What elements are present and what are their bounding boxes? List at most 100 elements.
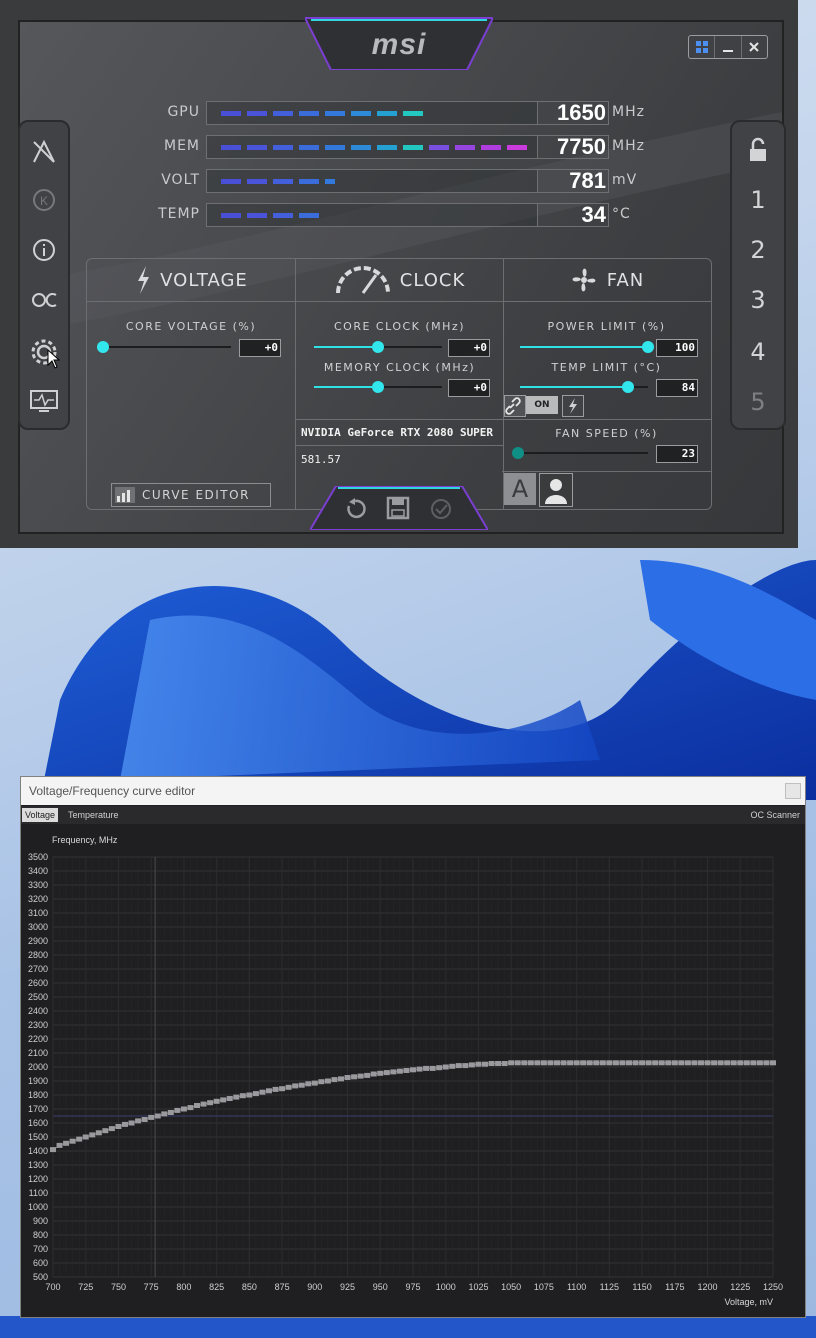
windows-icon[interactable] [689,36,716,58]
vf-curve-point[interactable] [95,1130,102,1136]
profile-2-button[interactable]: 2 [732,232,784,268]
vf-curve-point[interactable] [174,1107,181,1113]
core-clock-value[interactable]: +0 [448,339,490,357]
vf-curve-point[interactable] [573,1060,580,1066]
vf-curve-point[interactable] [560,1060,567,1066]
vf-curve-point[interactable] [167,1110,174,1115]
link-icon[interactable] [504,395,526,417]
vf-curve-point[interactable] [344,1075,351,1080]
vf-curve-point[interactable] [671,1060,678,1066]
vf-curve-point[interactable] [711,1060,718,1066]
vf-curve-point[interactable] [619,1060,626,1066]
vf-curve-point[interactable] [390,1069,397,1075]
vf-curve-point[interactable] [89,1132,96,1138]
vf-curve-point[interactable] [606,1060,613,1066]
link-toggle[interactable]: ON [526,396,558,414]
save-icon[interactable] [386,496,410,520]
vf-curve-point[interactable] [180,1106,187,1112]
vf-curve-point[interactable] [63,1140,70,1146]
memory-clock-knob[interactable] [372,381,384,393]
vf-curve-point[interactable] [141,1117,148,1122]
vf-curve-point[interactable] [567,1060,574,1066]
vf-curve-point[interactable] [69,1138,76,1144]
fan-speed-slider[interactable] [512,447,648,459]
oc-scanner-button[interactable]: OC Scanner [747,808,803,822]
vf-curve-point[interactable] [580,1060,587,1066]
kombustor-icon[interactable] [20,134,68,170]
vf-curve-point[interactable] [763,1060,770,1066]
vf-curve-point[interactable] [554,1060,560,1066]
vf-curve-point[interactable] [730,1060,737,1066]
fan-speed-value[interactable]: 23 [656,445,698,463]
vf-curve-point[interactable] [266,1088,272,1094]
vf-curve-point[interactable] [318,1079,325,1085]
vf-curve-point[interactable] [482,1061,488,1067]
vf-curve-point[interactable] [626,1060,632,1066]
vf-curve-point[interactable] [403,1068,410,1073]
vf-curve-point[interactable] [495,1061,502,1066]
oc-scanner-icon[interactable] [20,282,68,318]
vf-curve-point[interactable] [122,1121,128,1127]
core-voltage-value[interactable]: +0 [239,339,281,357]
priority-lightning-icon[interactable] [562,395,584,417]
vf-curve-point[interactable] [220,1097,227,1103]
profile-1-button[interactable]: 1 [732,182,784,218]
vf-curve-point[interactable] [351,1074,358,1080]
msi-k-icon[interactable]: K [20,182,68,218]
profile-5-button[interactable]: 5 [732,384,784,420]
tab-voltage[interactable]: Voltage [22,808,59,822]
core-clock-slider[interactable] [314,341,442,353]
vf-curve-point[interactable] [423,1065,430,1071]
vf-curve-point[interactable] [717,1060,724,1066]
vf-curve-point[interactable] [148,1114,155,1120]
vf-curve-point[interactable] [194,1103,200,1108]
vf-curve-point[interactable] [82,1134,89,1140]
fan-speed-knob[interactable] [512,447,524,459]
vf-curve-point[interactable] [475,1061,482,1067]
curve-editor-button[interactable]: CURVE EDITOR [111,483,271,507]
vf-curve-point[interactable] [252,1091,259,1097]
vf-curve-point[interactable] [213,1098,220,1104]
vf-curve-point[interactable] [331,1077,338,1083]
vf-curve-point[interactable] [645,1060,652,1066]
vf-curve-point[interactable] [285,1084,292,1090]
vf-curve-point[interactable] [743,1060,750,1066]
vf-curve-point[interactable] [612,1060,619,1066]
vf-curve-point[interactable] [233,1094,240,1100]
reset-icon[interactable] [344,498,366,520]
memory-clock-value[interactable]: +0 [448,379,490,397]
info-icon[interactable] [20,232,68,268]
vf-curve-point[interactable] [50,1147,56,1153]
vf-curve-point[interactable] [128,1120,135,1126]
vf-curve-point[interactable] [324,1078,331,1084]
vf-curve-point[interactable] [724,1060,731,1066]
vf-curve-point[interactable] [750,1060,757,1066]
vf-curve-point[interactable] [658,1060,665,1066]
vf-curve-point[interactable] [338,1076,344,1082]
vf-curve-point[interactable] [770,1060,776,1066]
vf-curve-point[interactable] [632,1060,639,1066]
vf-curve-point[interactable] [508,1060,515,1066]
vf-curve-point[interactable] [488,1061,495,1066]
vf-curve-point[interactable] [311,1080,318,1086]
vf-curve-point[interactable] [226,1096,233,1101]
vf-curve-point[interactable] [187,1105,194,1111]
vf-curve-point[interactable] [586,1060,593,1066]
monitor-icon[interactable] [20,384,68,420]
vf-curve-point[interactable] [115,1124,122,1129]
vf-curve-point[interactable] [698,1060,704,1066]
profile-4-button[interactable]: 4 [732,334,784,370]
vf-curve-point[interactable] [298,1082,305,1088]
tab-temperature[interactable]: Temperature [65,808,122,822]
vf-curve-point[interactable] [207,1100,214,1106]
core-voltage-slider[interactable] [97,341,231,353]
curve-editor-close-button[interactable] [785,783,801,799]
vf-curve-point[interactable] [161,1111,168,1117]
power-limit-knob[interactable] [642,341,654,353]
vf-curve-point[interactable] [76,1136,83,1142]
vf-curve-point[interactable] [396,1068,403,1074]
vf-curve-point[interactable] [756,1060,763,1066]
temp-limit-knob[interactable] [621,381,634,393]
profile-3-button[interactable]: 3 [732,282,784,318]
vf-curve-point[interactable] [108,1126,115,1132]
